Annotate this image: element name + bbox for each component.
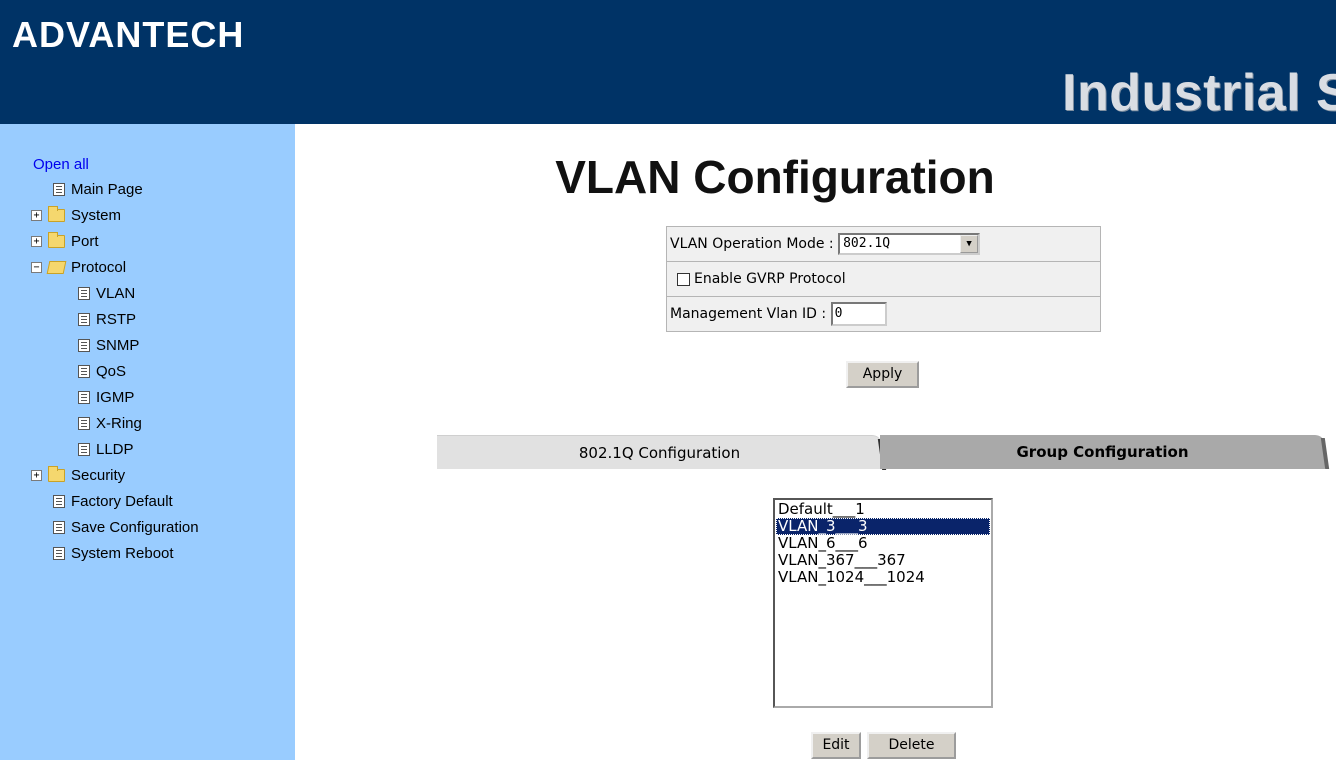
management-vlan-row: Management Vlan ID : 0 [666,296,1101,332]
sidebar-item-label: LLDP [96,440,134,458]
sidebar-item-port[interactable]: + Port [31,231,99,251]
list-item[interactable]: VLAN_1024___1024 [776,569,990,586]
delete-button[interactable]: Delete [867,732,956,759]
sidebar-item-snmp[interactable]: SNMP [78,335,139,355]
tab-group-configuration[interactable]: Group Configuration [880,435,1325,469]
sidebar-item-factory-default[interactable]: Factory Default [53,491,173,511]
sidebar-item-system[interactable]: + System [31,205,121,225]
sidebar-item-label: RSTP [96,310,137,328]
page-icon [53,520,65,534]
page-title: VLAN Configuration [555,151,995,203]
sidebar-item-protocol[interactable]: − Protocol [31,257,126,277]
collapse-icon[interactable]: − [31,261,42,273]
expand-icon[interactable]: + [31,209,42,221]
list-item[interactable]: Default___1 [776,501,990,518]
page-icon [78,312,90,326]
sidebar-item-label: System Reboot [71,544,174,562]
operation-mode-label: VLAN Operation Mode : [670,236,834,252]
gvrp-row: Enable GVRP Protocol [666,261,1101,297]
sidebar-item-vlan[interactable]: VLAN [78,283,135,303]
sidebar-item-save-configuration[interactable]: Save Configuration [53,517,199,537]
product-title: Industrial S [1062,64,1336,122]
page-icon [78,286,90,300]
page-icon [53,546,65,560]
list-item[interactable]: VLAN_367___367 [776,552,990,569]
operation-mode-row: VLAN Operation Mode : 802.1Q ▼ [666,226,1101,262]
apply-button[interactable]: Apply [846,361,919,388]
management-vlan-label: Management Vlan ID : [670,306,827,322]
sidebar-item-qos[interactable]: QoS [78,361,126,381]
sidebar-item-label: System [71,206,122,224]
sidebar-item-lldp[interactable]: LLDP [78,439,134,459]
folder-icon [48,231,65,248]
header-banner: ADVANTECH Industrial S [0,0,1336,124]
sidebar-item-label: Factory Default [71,492,173,510]
page-icon [78,416,90,430]
page-icon [78,390,90,404]
edit-button[interactable]: Edit [811,732,861,759]
operation-mode-value: 802.1Q [843,236,891,251]
vlan-group-list[interactable]: Default___1 VLAN_3___3 VLAN_6___6 VLAN_3… [773,498,993,708]
dropdown-arrow-icon[interactable]: ▼ [960,235,979,253]
sidebar-item-label: X-Ring [96,414,142,432]
gvrp-label: Enable GVRP Protocol [694,271,846,287]
sidebar: Open all Main Page + System + Port − Pro… [0,124,295,760]
management-vlan-input[interactable]: 0 [830,302,887,326]
sidebar-item-label: IGMP [96,388,135,406]
sidebar-item-label: VLAN [96,284,136,302]
page-icon [53,494,65,508]
sidebar-item-x-ring[interactable]: X-Ring [78,413,142,433]
expand-icon[interactable]: + [31,235,42,247]
sidebar-item-igmp[interactable]: IGMP [78,387,134,407]
page-icon [78,364,90,378]
page-icon [78,442,90,456]
sidebar-item-label: Save Configuration [71,518,199,536]
advantech-logo: ADVANTECH [12,14,245,55]
expand-icon[interactable]: + [31,469,42,481]
sidebar-item-security[interactable]: + Security [31,465,125,485]
tab-8021q-configuration[interactable]: 802.1Q Configuration [437,435,882,469]
folder-icon [48,205,65,222]
list-item[interactable]: VLAN_6___6 [776,535,990,552]
gvrp-checkbox[interactable] [677,272,690,286]
sidebar-item-label: Security [71,466,126,484]
sidebar-item-label: SNMP [96,336,140,354]
sidebar-item-rstp[interactable]: RSTP [78,309,136,329]
vlan-settings-table: VLAN Operation Mode : 802.1Q ▼ Enable GV… [666,226,1101,332]
sidebar-item-label: Protocol [71,258,127,276]
page-icon [78,338,90,352]
folder-open-icon [46,260,67,274]
sidebar-item-label: QoS [96,362,127,380]
operation-mode-select[interactable]: 802.1Q ▼ [838,233,981,255]
folder-icon [48,465,65,482]
list-item-selected[interactable]: VLAN_3___3 [776,518,990,535]
sidebar-item-label: Port [71,232,99,250]
sidebar-item-system-reboot[interactable]: System Reboot [53,543,174,563]
